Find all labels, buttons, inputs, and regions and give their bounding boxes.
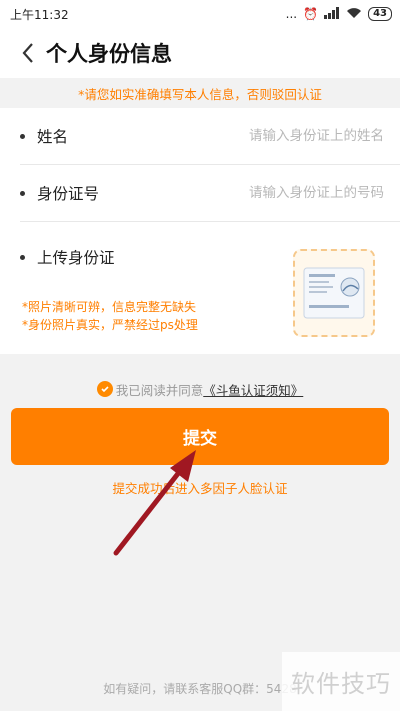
submit-button[interactable]: 提交 xyxy=(11,408,389,465)
page-title: 个人身份信息 xyxy=(46,42,172,66)
name-input[interactable] xyxy=(167,128,400,144)
battery-icon: 43 xyxy=(368,7,392,21)
agreement-link[interactable]: 《斗鱼认证须知》 xyxy=(203,380,303,399)
id-number-row: 身份证号 xyxy=(20,165,400,222)
upload-tip-1: *照片清晰可辨，信息完整无缺失 xyxy=(22,300,197,314)
name-row: 姓名 xyxy=(20,108,400,165)
agreement-row: 我已阅读并同意 《斗鱼认证须知》 xyxy=(0,377,400,401)
top-bar: 个人身份信息 xyxy=(0,28,400,78)
wifi-icon xyxy=(346,7,362,22)
name-label: 姓名 xyxy=(37,128,69,146)
id-number-label: 身份证号 xyxy=(37,185,100,203)
more-dots-icon: ... xyxy=(285,7,298,21)
status-time: 上午11:32 xyxy=(10,7,69,22)
upload-tip-2: *身份照片真实，严禁经过ps处理 xyxy=(22,318,198,332)
upload-tips: *照片清晰可辨，信息完整无缺失 *身份照片真实，严禁经过ps处理 xyxy=(22,298,198,334)
agreement-checkbox[interactable] xyxy=(96,381,113,397)
status-icons: ... ⏰ 43 xyxy=(285,6,392,22)
next-step-text: 提交成功后进入多因子人脸认证 xyxy=(112,481,288,496)
id-number-input[interactable] xyxy=(167,185,400,201)
bullet-icon xyxy=(20,133,25,139)
chevron-left-icon xyxy=(22,43,33,63)
bullet-icon xyxy=(20,254,25,260)
alarm-icon: ⏰ xyxy=(303,7,319,21)
agreement-prefix: 我已阅读并同意 xyxy=(115,382,204,398)
notice-text: *请您如实准确填写本人信息，否则驳回认证 xyxy=(0,78,400,108)
signal-icon xyxy=(324,6,340,22)
status-bar: 上午11:32 ... ⏰ 43 xyxy=(0,0,400,28)
bullet-icon xyxy=(20,190,25,196)
check-icon xyxy=(101,386,109,393)
back-button[interactable] xyxy=(14,33,42,73)
upload-label: 上传身份证 xyxy=(37,249,115,267)
id-card-icon xyxy=(303,267,365,319)
id-card-upload[interactable] xyxy=(293,249,375,337)
upload-row: 上传身份证 xyxy=(20,246,167,268)
watermark: 软件技巧 xyxy=(282,652,400,711)
